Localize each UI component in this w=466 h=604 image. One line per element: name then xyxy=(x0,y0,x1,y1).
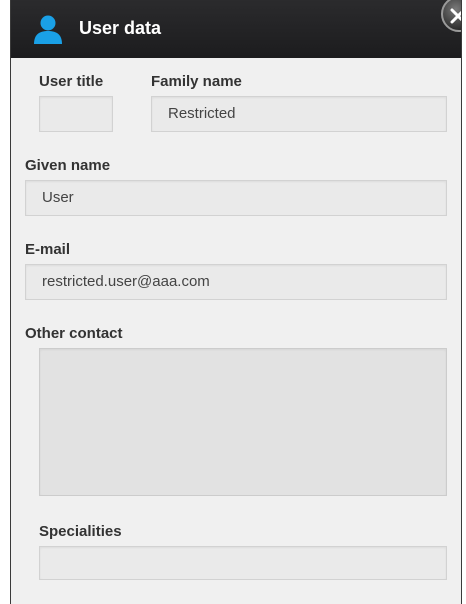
user-title-label: User title xyxy=(39,73,104,90)
family-name-label: Family name xyxy=(151,73,242,90)
user-title-input[interactable] xyxy=(39,96,113,132)
other-contact-label: Other contact xyxy=(25,325,123,342)
given-name-label: Given name xyxy=(25,157,111,174)
user-data-dialog: User data User title Family name Restric… xyxy=(10,0,462,604)
other-contact-textarea[interactable] xyxy=(39,348,447,496)
specialities-label: Specialities xyxy=(39,523,122,540)
specialities-input[interactable] xyxy=(39,546,447,580)
dialog-title: User data xyxy=(79,18,162,38)
given-name-input[interactable]: User xyxy=(25,180,447,216)
dialog-titlebar: User data xyxy=(11,0,461,58)
email-label: E-mail xyxy=(25,241,71,258)
email-input[interactable]: restricted.user@aaa.com xyxy=(25,264,447,300)
family-name-input[interactable]: Restricted xyxy=(151,96,447,132)
user-icon xyxy=(31,12,65,46)
